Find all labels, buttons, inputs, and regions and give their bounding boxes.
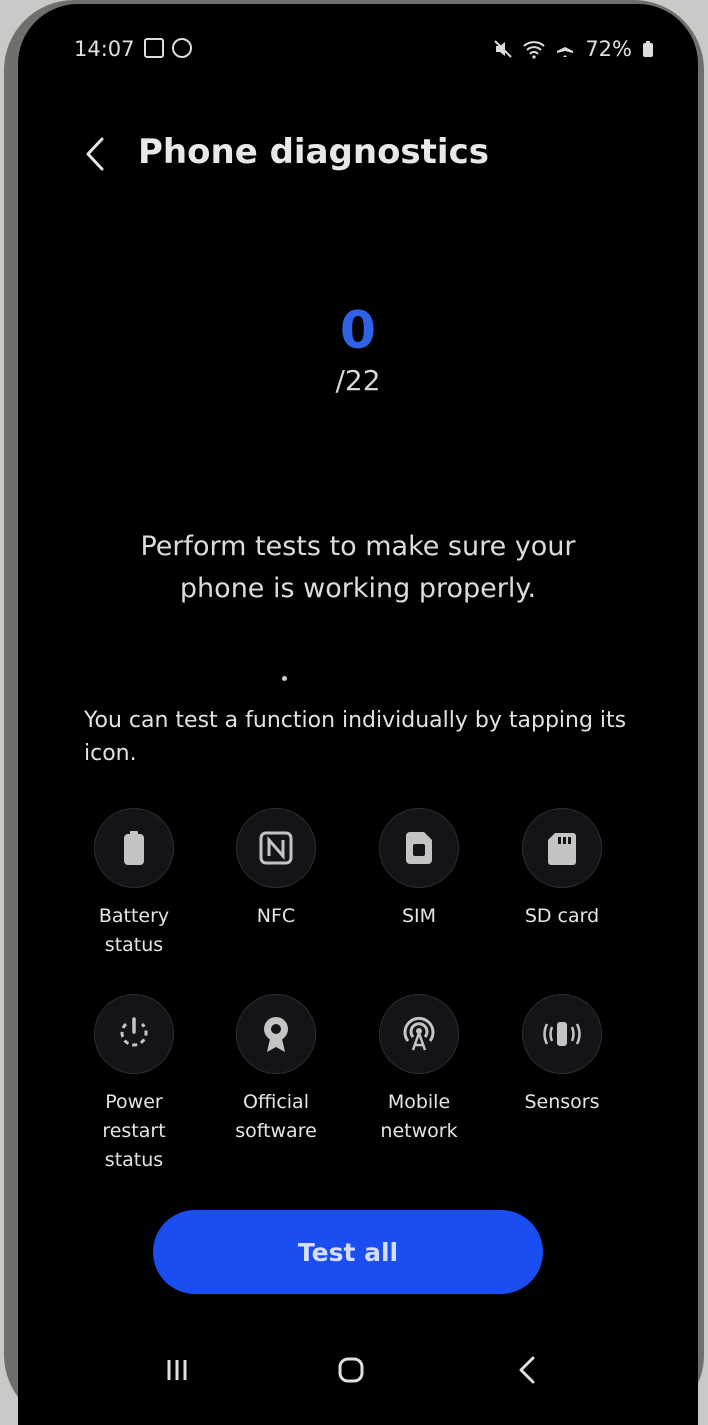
- test-label: SD card: [524, 905, 600, 927]
- wifi-icon: [523, 41, 545, 59]
- test-label: Official software: [235, 1091, 317, 1142]
- test-icon-circle: [379, 808, 459, 888]
- test-label: SIM: [401, 905, 437, 927]
- back-button[interactable]: [78, 124, 112, 184]
- airplane-icon: [557, 40, 574, 57]
- test-icon-circle: [522, 808, 602, 888]
- test-power-restart-status[interactable]: Power restart status: [74, 994, 194, 1175]
- chevron-left-icon: [86, 137, 104, 171]
- test-mobile-network[interactable]: Mobile network: [359, 994, 479, 1146]
- test-nfc[interactable]: NFC: [216, 808, 336, 931]
- nfc-icon: [259, 831, 293, 865]
- battery-percent: 72%: [585, 37, 632, 61]
- phone-frame: 14:07 72% Phone diagnostics 0 /22 Perfor…: [4, 0, 704, 1425]
- page-title: Phone diagnostics: [138, 132, 489, 172]
- test-battery-status[interactable]: Battery status: [74, 808, 194, 960]
- test-sensors[interactable]: Sensors: [502, 994, 622, 1117]
- home-button[interactable]: [323, 1342, 379, 1398]
- test-label: Battery status: [98, 905, 170, 956]
- status-left-icons: [144, 38, 192, 58]
- test-icon-circle: [379, 994, 459, 1074]
- battery-icon: [643, 41, 653, 57]
- back-nav-button[interactable]: [499, 1342, 555, 1398]
- recents-button[interactable]: [149, 1342, 205, 1398]
- test-sd-card[interactable]: SD card: [502, 808, 622, 931]
- mute-icon: [494, 40, 513, 58]
- recents-icon: [167, 1360, 187, 1380]
- test-label: Sensors: [524, 1091, 600, 1113]
- test-label: Mobile network: [380, 1091, 458, 1142]
- page-dot: [282, 676, 287, 681]
- sim-icon: [406, 832, 432, 864]
- intro-text: Perform tests to make sure your phone is…: [140, 531, 576, 604]
- sd-card-icon: [548, 833, 576, 865]
- test-sim[interactable]: SIM: [359, 808, 479, 931]
- battery-icon: [124, 831, 144, 865]
- test-icon-circle: [236, 808, 316, 888]
- vibration-icon: [543, 1022, 581, 1046]
- test-icon-circle: [94, 808, 174, 888]
- test-icon-circle: [522, 994, 602, 1074]
- hint-text: You can test a function individually by …: [84, 708, 627, 766]
- back-icon: [519, 1356, 535, 1384]
- navigation-bar: [18, 1342, 698, 1398]
- passed-count: 0: [339, 301, 377, 361]
- badge-icon: [264, 1017, 288, 1052]
- antenna-icon: [403, 1016, 435, 1051]
- test-icon-circle: [236, 994, 316, 1074]
- test-label: NFC: [256, 905, 296, 927]
- status-right: 72%: [493, 37, 654, 61]
- status-time: 14:07: [74, 37, 135, 61]
- test-label: Power restart status: [102, 1091, 166, 1171]
- test-icon-circle: [94, 994, 174, 1074]
- circle-app-icon: [172, 38, 192, 58]
- status-bar: 14:07 72%: [74, 37, 654, 65]
- screen: 14:07 72% Phone diagnostics 0 /22 Perfor…: [18, 4, 698, 1425]
- power-restart-icon: [120, 1017, 148, 1047]
- test-all-button[interactable]: Test all: [153, 1210, 543, 1294]
- total-count: /22: [335, 364, 381, 397]
- test-official-software[interactable]: Official software: [216, 994, 336, 1146]
- app-header: Phone diagnostics: [78, 114, 668, 194]
- score: 0 /22: [18, 300, 698, 397]
- checkbox-icon: [144, 38, 164, 58]
- home-icon: [338, 1357, 364, 1383]
